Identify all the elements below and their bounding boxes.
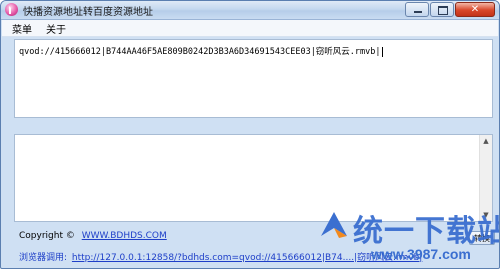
app-icon [5,3,18,16]
menu-bar: 菜单 关于 [2,20,498,37]
minimize-icon [414,11,422,13]
app-window: 快播资源地址转百度资源地址 ✕ 菜单 关于 qvod://415666012|B… [0,0,500,269]
copyright-line: Copyright © WWW.BDHDS.COM [19,231,167,241]
close-button[interactable]: ✕ [455,2,495,17]
close-icon: ✕ [470,4,480,15]
copyright-label: Copyright © [19,231,75,241]
result-output-field[interactable]: ▲ ▼ [14,134,493,222]
maximize-icon [438,6,448,15]
qvod-input-value: qvod://415666012|B744AA46F5AE809B0242D3B… [19,47,381,57]
menu-item-about[interactable]: 关于 [46,21,66,36]
website-link[interactable]: WWW.BDHDS.COM [82,231,167,241]
scroll-up-icon[interactable]: ▲ [480,135,492,147]
browser-call-line: 浏览器调用: http://127.0.0.1:12858/?bdhds.com… [19,250,459,263]
browser-call-label: 浏览器调用: [19,253,68,263]
window-title: 快播资源地址转百度资源地址 [23,7,153,18]
title-bar[interactable]: 快播资源地址转百度资源地址 ✕ [1,1,499,20]
menu-item-menu[interactable]: 菜单 [12,21,32,36]
minimize-button[interactable] [405,2,429,17]
scroll-down-icon[interactable]: ▼ [480,209,492,221]
browser-call-link[interactable]: http://127.0.0.1:12858/?bdhds.com=qvod:/… [72,253,422,263]
window-controls: ✕ [405,2,495,17]
text-caret [381,46,383,57]
qvod-input-field[interactable]: qvod://415666012|B744AA46F5AE809B0242D3B… [14,39,493,118]
output-scrollbar[interactable]: ▲ ▼ [479,135,492,221]
convert-button[interactable]: 转换 [469,231,495,245]
maximize-button[interactable] [430,2,454,17]
